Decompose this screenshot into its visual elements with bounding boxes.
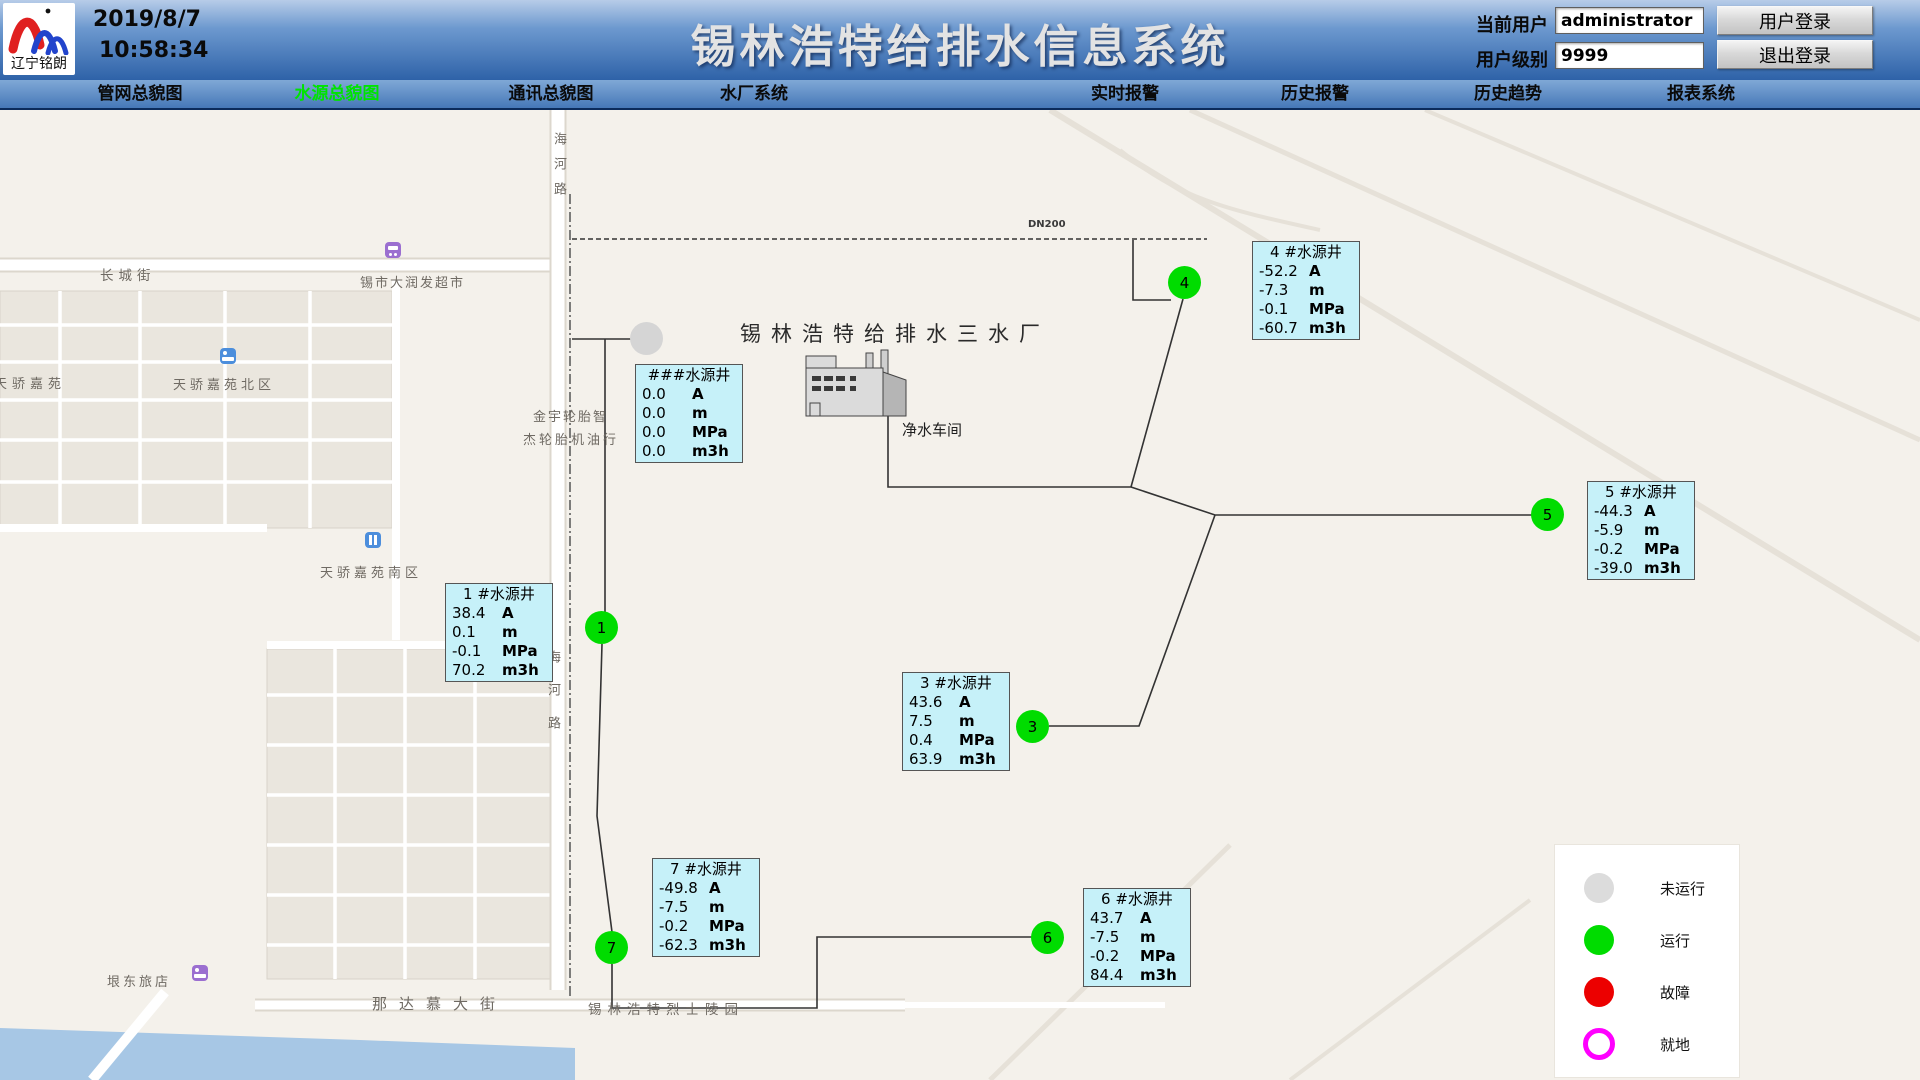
well-status-circle-3[interactable]: 3 [1016,710,1049,743]
poi-label-tianjiao-north: 天骄嘉苑北区 [173,374,275,393]
well-data-box-5: 5 #水源井 -44.3A -5.9m -0.2MPa -39.0m3h [1587,481,1695,580]
well-data-box-unknown: ###水源井 0.0A 0.0m 0.0MPa 0.0m3h [635,364,743,463]
company-logo: 辽宁铭朗 [3,3,75,75]
stopped-status-icon [1584,873,1614,903]
running-status-icon [1584,925,1614,955]
logout-button[interactable]: 退出登录 [1717,40,1873,69]
streets [0,110,1165,1005]
nav-realtime-alarm[interactable]: 实时报警 [1091,80,1159,108]
poi-label-hotel: 垠东旅店 [107,971,171,990]
well-data-box-4: 4 #水源井 -52.2A -7.3m -0.1MPa -60.7m3h [1252,241,1360,340]
current-time: 10:58:34 [99,38,208,63]
street-label-haihe-top: 海河路 [549,132,568,207]
street-label-changcheng: 长城街 [100,264,156,284]
user-level-input[interactable] [1555,42,1704,69]
current-user-label: 当前用户 [1476,11,1548,37]
poi-label-martyrs-cemetery: 锡林浩特烈士陵园 [588,998,744,1018]
poi-label-supermarket: 锡市大润发超市 [360,272,465,291]
residence-south-icon [365,532,381,548]
logo-text: 辽宁铭朗 [3,53,75,73]
user-level-label: 用户级别 [1476,46,1548,72]
well-status-circle-4[interactable]: 4 [1168,266,1201,299]
main-nav: 管网总貌图 水源总貌图 通讯总貌图 水厂系统 实时报警 历史报警 历史趋势 报表… [0,80,1920,110]
workshop-label: 净水车间 [902,419,962,440]
nav-report-system[interactable]: 报表系统 [1667,80,1735,108]
header-bar: 辽宁铭朗 2019/8/7 10:58:34 锡林浩特给排水信息系统 当前用户 … [0,0,1920,81]
legend-item-fault: 故障 [1555,977,1739,1007]
pipe-diameter-label: DN200 [1028,219,1066,230]
well-data-box-6: 6 #水源井 43.7A -7.5m -0.2MPa 84.4m3h [1083,888,1191,987]
nav-pipe-network-overview[interactable]: 管网总貌图 [98,80,183,108]
nav-water-source-overview[interactable]: 水源总貌图 [295,80,380,108]
poi-label-tianjiao: 天骄嘉苑 [0,373,66,392]
well-data-box-3: 3 #水源井 43.6A 7.5m 0.4MPa 63.9m3h [902,672,1010,771]
street-label-nadamu: 那达慕大街 [372,993,507,1014]
water-area [0,1028,575,1080]
nav-history-trend[interactable]: 历史趋势 [1474,80,1542,108]
well-status-circle-1[interactable]: 1 [585,611,618,644]
login-button[interactable]: 用户登录 [1717,6,1873,35]
plant-title: 锡林浩特给排水三水厂 [740,318,1050,348]
well-status-circle-unknown[interactable] [630,322,663,355]
well-data-box-7: 7 #水源井 -49.8A -7.5m -0.2MPa -62.3m3h [652,858,760,957]
supermarket-cart-icon [385,242,401,258]
poi-label-tianjiao-south: 天骄嘉苑南区 [320,562,422,581]
local-status-icon [1583,1028,1615,1060]
poi-label-tire-shop-2: 杰轮胎机油行 [523,429,619,448]
page-title: 锡林浩特给排水信息系统 [690,10,1229,75]
poi-label-tire-shop-1: 金宇轮胎智 [533,406,608,425]
nav-water-plant-system[interactable]: 水厂系统 [720,80,788,108]
legend-item-stopped: 未运行 [1555,873,1739,903]
legend-item-local: 就地 [1555,1029,1739,1059]
current-user-input[interactable] [1555,7,1704,34]
status-legend: 未运行 运行 故障 就地 [1555,845,1739,1077]
factory-icon [806,350,906,416]
well-status-circle-6[interactable]: 6 [1031,921,1064,954]
well-status-circle-7[interactable]: 7 [595,931,628,964]
water-source-map: 长城街 锡市大润发超市 天骄嘉苑 天骄嘉苑北区 金宇轮胎智 杰轮胎机油行 天骄嘉… [0,110,1920,1080]
nav-communication-overview[interactable]: 通讯总貌图 [509,80,594,108]
hotel-bed-icon [192,965,208,981]
well-data-box-1: 1 #水源井 38.4A 0.1m -0.1MPa 70.2m3h [445,583,553,682]
well-status-circle-5[interactable]: 5 [1531,498,1564,531]
fault-status-icon [1584,977,1614,1007]
nav-history-alarm[interactable]: 历史报警 [1281,80,1349,108]
legend-item-running: 运行 [1555,925,1739,955]
logo-arcs-icon [3,3,75,55]
current-date: 2019/8/7 [93,7,201,32]
residence-north-icon [220,348,236,364]
